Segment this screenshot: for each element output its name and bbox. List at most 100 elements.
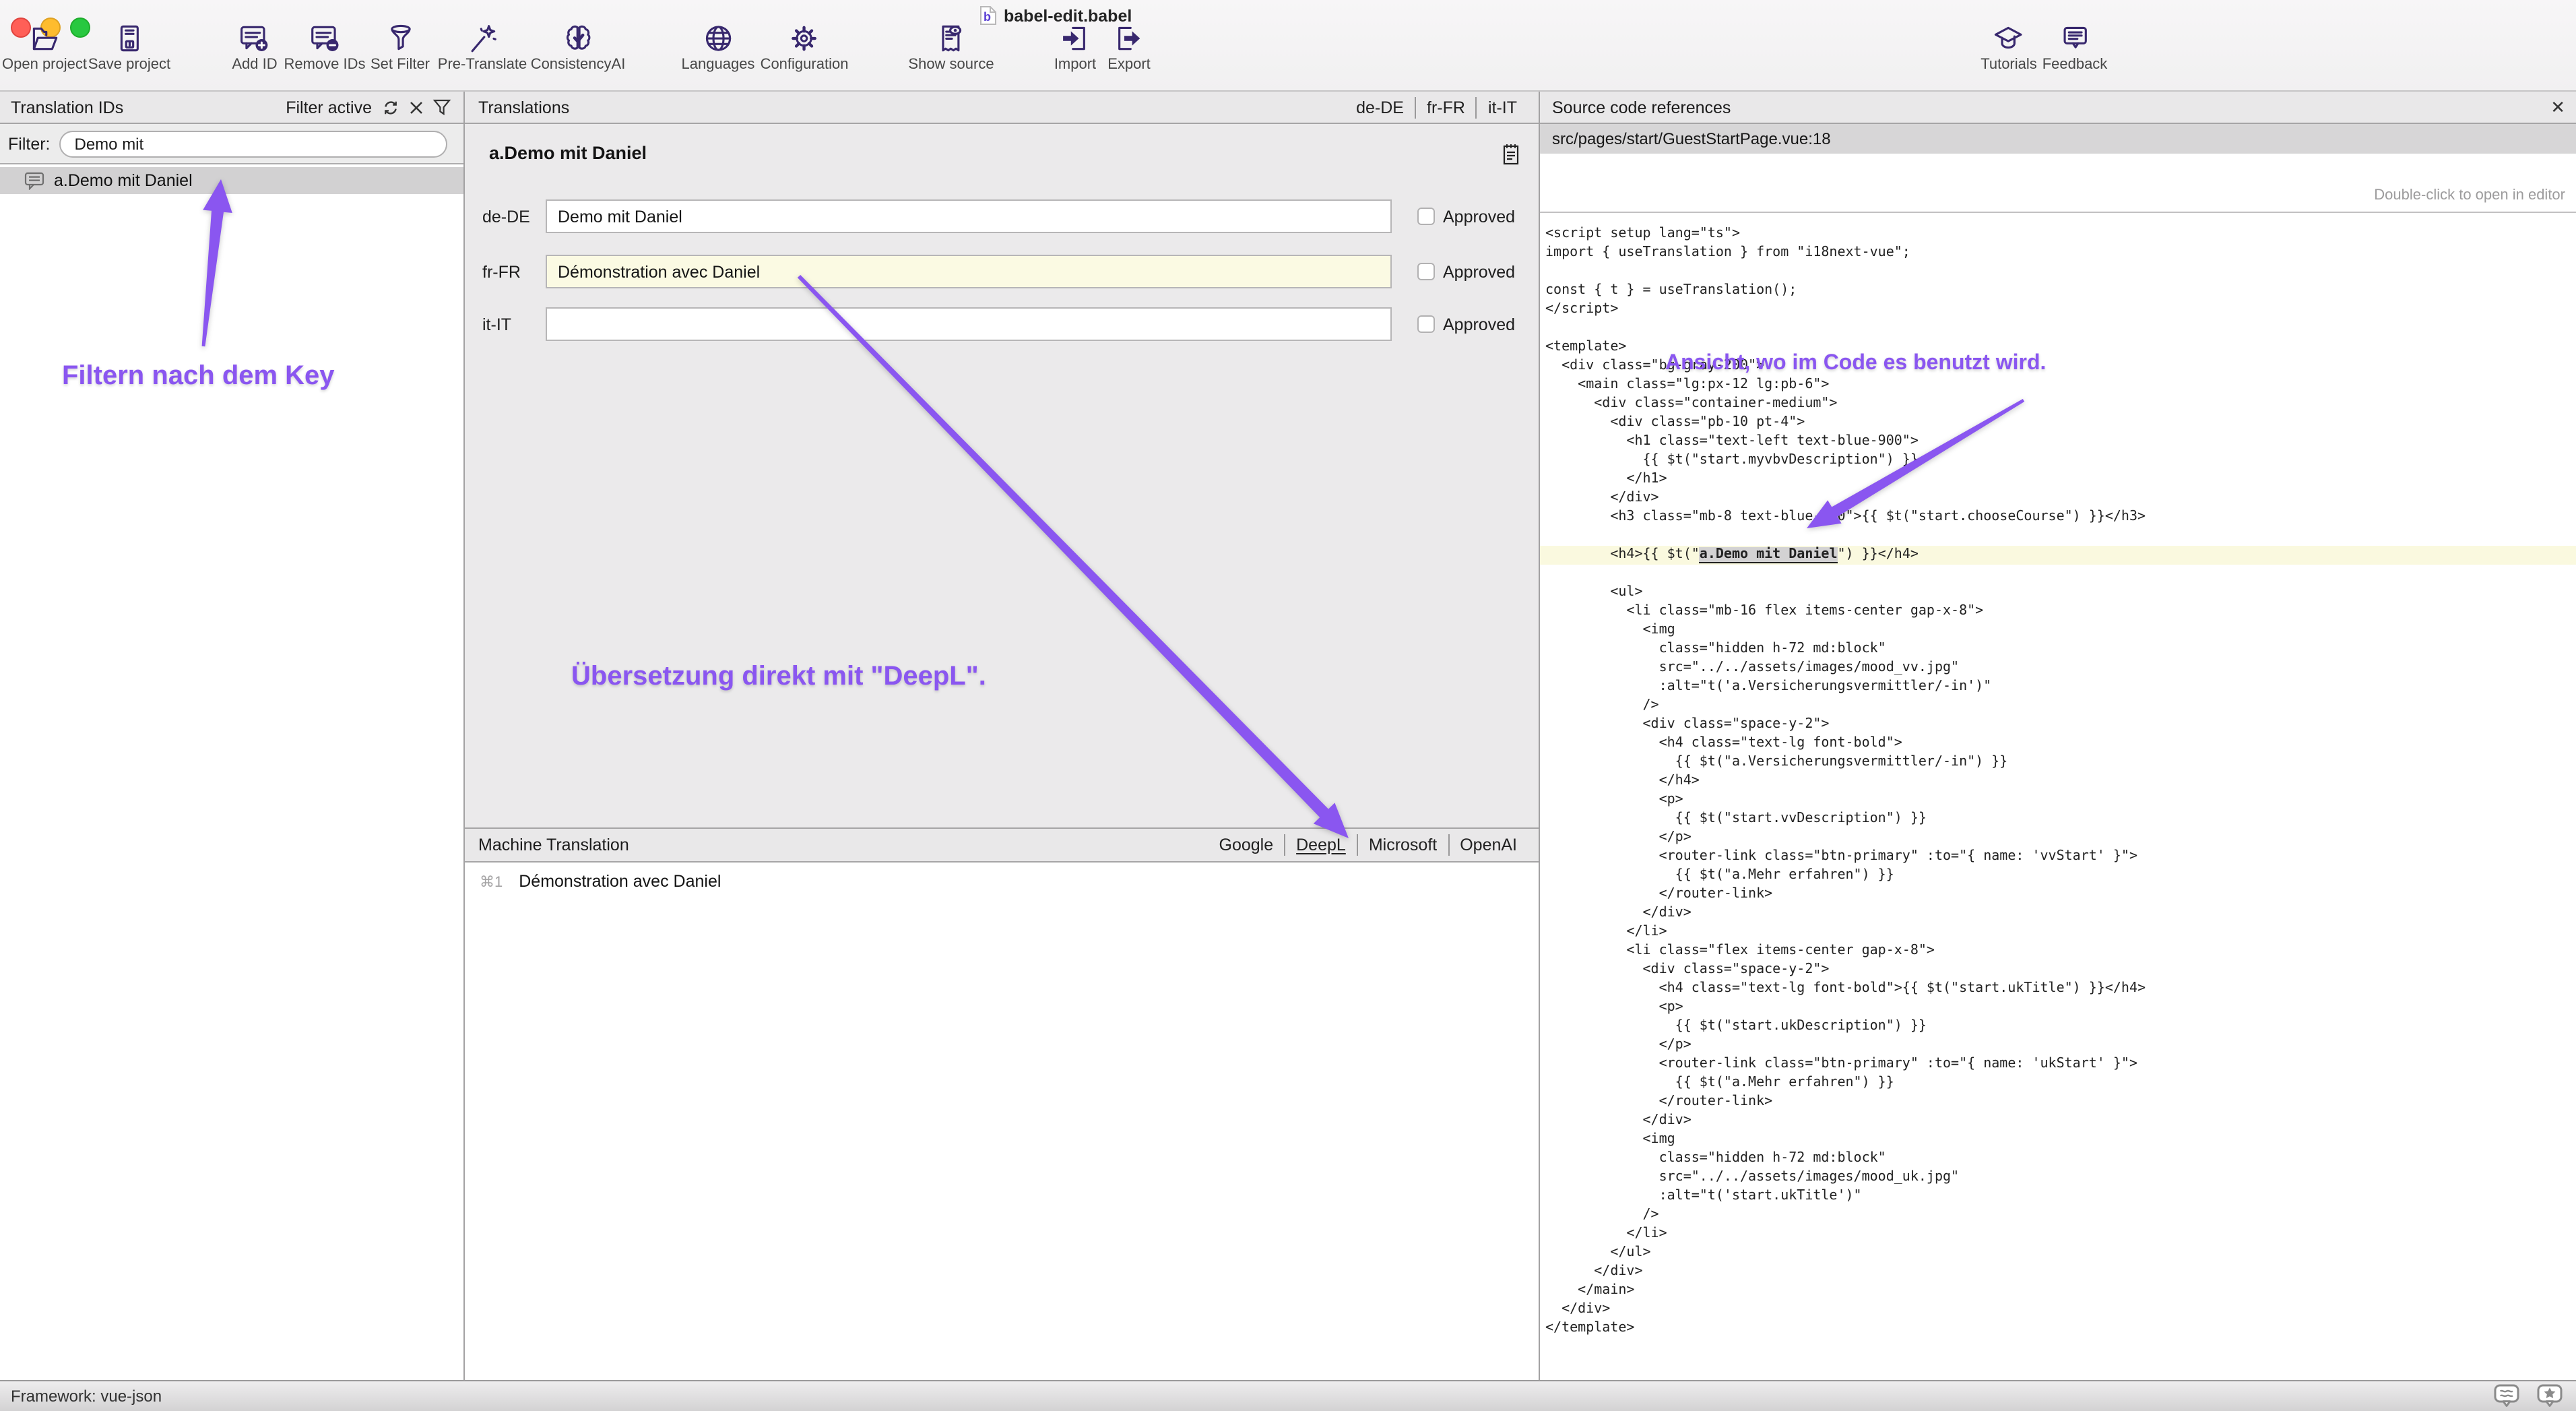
code-line: <li class="mb-16 flex items-center gap-x… bbox=[1540, 602, 2576, 621]
code-line: </main> bbox=[1540, 1282, 2576, 1300]
translation-input-it-IT[interactable] bbox=[546, 307, 1392, 341]
code-line: <router-link class="btn-primary" :to="{ … bbox=[1540, 848, 2576, 867]
comment-bubble-icon bbox=[24, 171, 44, 190]
toolbar-configuration-button[interactable]: Configuration bbox=[761, 22, 849, 73]
code-line: <h4 class="text-lg font-bold">{{ $t("sta… bbox=[1540, 980, 2576, 999]
consistency-ai-icon bbox=[561, 22, 595, 55]
language-label: it-IT bbox=[482, 315, 511, 334]
rate-app-icon[interactable] bbox=[2537, 1384, 2563, 1408]
toolbar-languages-button[interactable]: Languages bbox=[682, 22, 755, 73]
code-line: <ul> bbox=[1540, 584, 2576, 602]
pre-translate-icon bbox=[465, 22, 499, 55]
code-line: <img bbox=[1540, 1131, 2576, 1150]
tutorials-icon bbox=[1992, 22, 2026, 55]
toolbar-tutorials-button[interactable]: Tutorials bbox=[1981, 22, 2037, 73]
translations-header: Translations de-DEfr-FRit-IT bbox=[465, 92, 1539, 124]
code-line: <p> bbox=[1540, 999, 2576, 1017]
provider-tab-deepl[interactable]: DeepL bbox=[1284, 834, 1357, 856]
toolbar-show-source-button[interactable]: Show source bbox=[908, 22, 994, 73]
code-line: </script> bbox=[1540, 301, 2576, 319]
toolbar-label: Set Filter bbox=[371, 57, 430, 73]
code-line: {{ $t("start.vvDescription") }} bbox=[1540, 810, 2576, 829]
code-line: {{ $t("a.Mehr erfahren") }} bbox=[1540, 867, 2576, 885]
editor-hint-row: Double-click to open in editor bbox=[1540, 154, 2576, 213]
code-line: <h3 class="mb-8 text-blue-900">{{ $t("st… bbox=[1540, 508, 2576, 527]
code-line: :alt="t('a.Versicherungsvermittler/-in')… bbox=[1540, 678, 2576, 697]
code-line: class="hidden h-72 md:block" bbox=[1540, 640, 2576, 659]
machine-translation-result[interactable]: ⌘1 Démonstration avec Daniel bbox=[465, 869, 1539, 893]
set-filter-icon bbox=[383, 22, 417, 55]
code-line: <h1 class="text-left text-blue-900"> bbox=[1540, 433, 2576, 451]
toolbar-label: Export bbox=[1107, 57, 1151, 73]
import-icon bbox=[1058, 22, 1092, 55]
source-file-reference[interactable]: src/pages/start/GuestStartPage.vue:18 bbox=[1540, 124, 2576, 154]
source-code-view: <script setup lang="ts">import { useTran… bbox=[1540, 213, 2576, 1380]
toolbar-save-project-button[interactable]: Save project bbox=[88, 22, 170, 73]
machine-translation-panel: ⌘1 Démonstration avec Daniel bbox=[465, 863, 1539, 1380]
release-notes-icon[interactable] bbox=[2494, 1384, 2519, 1408]
refresh-icon[interactable] bbox=[381, 98, 400, 117]
toolbar-pre-translate-button[interactable]: Pre-Translate bbox=[438, 22, 527, 73]
code-line bbox=[1540, 319, 2576, 338]
toolbar-label: Add ID bbox=[232, 57, 277, 73]
highlighted-code-line[interactable]: <h4>{{ $t("a.Demo mit Daniel") }}</h4> bbox=[1540, 546, 2576, 565]
file-reference-label: src/pages/start/GuestStartPage.vue:18 bbox=[1552, 129, 1831, 148]
code-line: <router-link class="btn-primary" :to="{ … bbox=[1540, 1055, 2576, 1074]
approved-checkbox-fr-FR[interactable] bbox=[1417, 263, 1435, 280]
close-panel-icon[interactable]: ✕ bbox=[2550, 98, 2565, 116]
annotation-filter-note: Filtern nach dem Key bbox=[62, 361, 335, 392]
entry-notes-icon[interactable] bbox=[1502, 143, 1520, 173]
provider-tab-google[interactable]: Google bbox=[1209, 834, 1285, 856]
code-line: const { t } = useTranslation(); bbox=[1540, 282, 2576, 301]
code-line: </div> bbox=[1540, 904, 2576, 923]
filter-input[interactable] bbox=[60, 130, 448, 157]
translation-input-de-DE[interactable]: Demo mit Daniel bbox=[546, 199, 1392, 233]
toolbar-remove-ids-button[interactable]: Remove IDs bbox=[284, 22, 365, 73]
filter-funnel-icon[interactable] bbox=[432, 98, 451, 116]
code-line: </div> bbox=[1540, 1263, 2576, 1282]
code-line: {{ $t("start.myvbvDescription") }} bbox=[1540, 451, 2576, 470]
code-line: </template> bbox=[1540, 1319, 2576, 1338]
code-line: <div class="space-y-2"> bbox=[1540, 961, 2576, 980]
language-tab-fr-FR[interactable]: fr-FR bbox=[1415, 96, 1476, 118]
approved-checkbox-de-DE[interactable] bbox=[1417, 208, 1435, 225]
provider-tab-microsoft[interactable]: Microsoft bbox=[1357, 834, 1448, 856]
toolbar-import-button[interactable]: Import bbox=[1054, 22, 1096, 73]
clear-filter-icon[interactable] bbox=[408, 99, 424, 115]
code-line: class="hidden h-72 md:block" bbox=[1540, 1150, 2576, 1168]
code-line: <h4 class="text-lg font-bold"> bbox=[1540, 734, 2576, 753]
toolbar-set-filter-button[interactable]: Set Filter bbox=[371, 22, 430, 73]
entry-title: a.Demo mit Daniel bbox=[489, 143, 647, 163]
remove-ids-icon bbox=[308, 22, 342, 55]
code-line: <img bbox=[1540, 621, 2576, 640]
language-tab-de-DE[interactable]: de-DE bbox=[1345, 96, 1415, 118]
annotation-source-note: Ansicht, wo im Code es benutzt wird. bbox=[1665, 352, 2046, 376]
approved-label: Approved bbox=[1443, 208, 1515, 226]
code-line: </li> bbox=[1540, 1225, 2576, 1244]
translations-title: Translations bbox=[478, 98, 569, 117]
language-tab-it-IT[interactable]: it-IT bbox=[1476, 96, 1528, 118]
toolbar-export-button[interactable]: Export bbox=[1107, 22, 1151, 73]
code-line: /> bbox=[1540, 1206, 2576, 1225]
toolbar-label: ConsistencyAI bbox=[531, 57, 626, 73]
provider-tab-openai[interactable]: OpenAI bbox=[1448, 834, 1528, 856]
code-line: </router-link> bbox=[1540, 1093, 2576, 1112]
toolbar-consistency-ai-button[interactable]: ConsistencyAI bbox=[531, 22, 626, 73]
filter-active-label: Filter active bbox=[286, 98, 372, 117]
translation-id-list: a.Demo mit Daniel bbox=[0, 164, 463, 1380]
code-line: <script setup lang="ts"> bbox=[1540, 225, 2576, 244]
machine-translation-header: Machine Translation GoogleDeepLMicrosoft… bbox=[465, 827, 1539, 863]
approved-checkbox-it-IT[interactable] bbox=[1417, 315, 1435, 333]
translation-key-highlight[interactable]: a.Demo mit Daniel bbox=[1700, 547, 1838, 563]
toolbar-label: Languages bbox=[682, 57, 755, 73]
translation-input-fr-FR[interactable]: Démonstration avec Daniel bbox=[546, 255, 1392, 288]
toolbar-open-project-button[interactable]: Open project bbox=[2, 22, 87, 73]
code-line: import { useTranslation } from "i18next-… bbox=[1540, 244, 2576, 263]
toolbar-feedback-button[interactable]: Feedback bbox=[2042, 22, 2108, 73]
toolbar-add-id-button[interactable]: Add ID bbox=[232, 22, 277, 73]
list-item-selected[interactable]: a.Demo mit Daniel bbox=[0, 167, 463, 194]
code-line: <main class="lg:px-12 lg:pb-6"> bbox=[1540, 376, 2576, 395]
translation-row-de-DE: de-DEDemo mit DanielApproved bbox=[465, 199, 1539, 234]
code-line: <li class="flex items-center gap-x-8"> bbox=[1540, 942, 2576, 961]
status-bar: Framework: vue-json bbox=[0, 1380, 2576, 1411]
